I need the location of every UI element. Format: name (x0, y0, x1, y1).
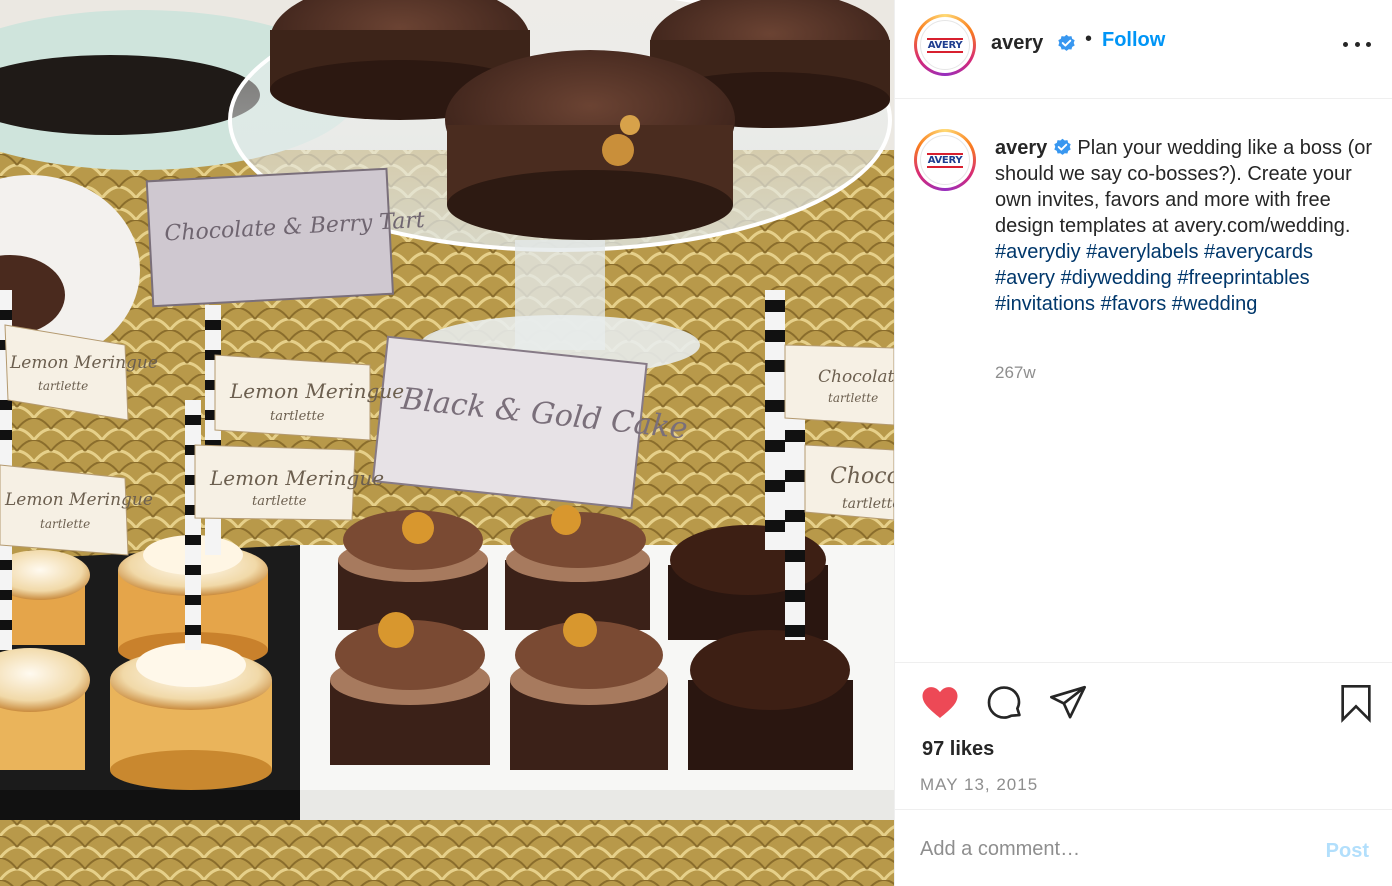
avatar-logo-text: AVERY (926, 37, 964, 53)
caption-avatar[interactable]: AVERY (914, 129, 976, 191)
header-username[interactable]: avery (991, 32, 1043, 55)
hashtag-link[interactable]: #averycards (1204, 241, 1313, 263)
hashtag-link[interactable]: #avery (995, 267, 1055, 289)
share-icon[interactable] (1048, 683, 1088, 723)
comment-bar: Post (895, 809, 1392, 886)
flag-label-5-sub: tartlette (828, 391, 878, 405)
post-header: AVERY avery • Follow (895, 0, 1392, 99)
hashtag-link[interactable]: #averydiy (995, 241, 1081, 263)
flag-label-3: Lemon Meringue (209, 466, 384, 490)
hashtag-link[interactable]: #wedding (1172, 293, 1258, 315)
flag-label-2: Lemon Meringue (229, 379, 404, 403)
flag-label-1-sub: tartlette (38, 379, 88, 393)
caption-text: Plan your wedding like a boss (or should… (995, 137, 1373, 237)
hashtag-link[interactable]: #diywedding (1061, 267, 1172, 289)
comment-icon[interactable] (984, 683, 1024, 723)
avatar[interactable]: AVERY (914, 14, 976, 76)
post-caption: avery Plan your wedding like a boss (or … (995, 135, 1375, 317)
post-image[interactable]: Chocolate & Berry Tart Black & Gold Cake (0, 0, 894, 886)
post-comment-button[interactable]: Post (1326, 840, 1369, 863)
flag-label-3-sub: tartlette (252, 494, 307, 509)
hashtag-link[interactable]: #freeprintables (1177, 267, 1309, 289)
flag-label-5: Chocolate (818, 367, 894, 387)
caption-block: AVERY avery Plan your wedding like a bos… (895, 99, 1392, 662)
comment-input[interactable] (920, 838, 1300, 861)
heart-icon[interactable] (920, 683, 960, 723)
post-side-panel: AVERY avery • Follow AVERY avery Plan yo… (894, 0, 1392, 886)
flag-label-1: Lemon Meringue (9, 353, 158, 373)
caption-verified-badge-icon (1054, 138, 1071, 155)
dessert-photo: Chocolate & Berry Tart Black & Gold Cake (0, 0, 894, 886)
bookmark-icon[interactable] (1336, 683, 1376, 723)
post-actions: 97 likes MAY 13, 2015 (895, 662, 1392, 809)
follow-button[interactable]: Follow (1102, 29, 1165, 52)
more-options-icon[interactable] (1343, 30, 1371, 58)
hashtag-link[interactable]: #invitations (995, 293, 1095, 315)
header-separator: • (1085, 28, 1093, 50)
likes-count[interactable]: 97 likes (922, 738, 994, 761)
caption-avatar-logo-text: AVERY (926, 152, 964, 168)
flag-label-6-sub: tartlette (842, 496, 894, 512)
flag-label-2-sub: tartlette (270, 409, 325, 424)
caption-timestamp[interactable]: 267w (995, 363, 1036, 383)
hashtag-link[interactable]: #favors (1101, 293, 1167, 315)
hashtag-link[interactable]: #averylabels (1086, 241, 1198, 263)
post-date: MAY 13, 2015 (920, 775, 1039, 794)
flag-label-6: Chocolate (830, 464, 894, 489)
verified-badge-icon (1058, 34, 1075, 51)
flag-label-4: Lemon Meringue (4, 490, 153, 510)
caption-username[interactable]: avery (995, 137, 1047, 159)
flag-label-4-sub: tartlette (40, 517, 90, 531)
